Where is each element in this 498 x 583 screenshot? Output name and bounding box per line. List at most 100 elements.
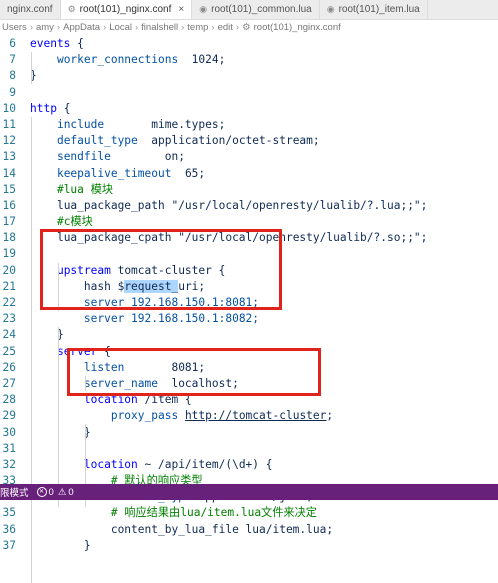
breadcrumb-item[interactable]: AppData: [63, 22, 100, 33]
code-directive: worker_connections: [56, 53, 179, 67]
code-text: ;: [326, 409, 334, 423]
code-keyword: http: [30, 101, 57, 115]
breadcrumb-item[interactable]: finalshell: [141, 22, 178, 33]
code-text: 192.168.150.1:8082;: [124, 312, 260, 326]
breadcrumb-item[interactable]: Users: [2, 22, 27, 33]
code-line: 11 include mime.types;: [0, 117, 498, 133]
error-icon: ✕: [36, 487, 47, 497]
line-number: 36: [2, 522, 16, 536]
line-number: 23: [2, 312, 16, 326]
breadcrumb-item[interactable]: edit: [218, 22, 233, 33]
error-count: 0: [48, 486, 54, 498]
line-number: 27: [2, 376, 16, 390]
line-number: 7: [9, 53, 16, 67]
code-line: 23 server 192.168.150.1:8082;: [0, 311, 498, 327]
code-text: {: [70, 37, 84, 50]
code-text: 1024;: [178, 53, 226, 67]
tab-label: root(101)_common.lua: [211, 4, 312, 15]
line-number: 12: [2, 134, 16, 148]
indent-guide: [58, 327, 59, 507]
breadcrumb-item[interactable]: amy: [36, 22, 54, 33]
warnings-indicator[interactable]: ⚠ 0: [58, 487, 74, 498]
code-line: 8}: [0, 68, 498, 84]
code-directive: server: [83, 312, 125, 326]
code-line: 13 sendfile on;: [0, 149, 498, 165]
code-line: 35 # 响应结果由lua/item.lua文件来决定: [0, 505, 498, 521]
file-icon: ◉: [326, 4, 335, 14]
code-directive: default_type: [56, 134, 138, 148]
line-number: 24: [2, 328, 16, 342]
breadcrumb-item[interactable]: root(101)_nginx.conf: [254, 22, 341, 33]
tab-label: root(101)_nginx.conf: [79, 4, 172, 15]
line-number: 32: [2, 457, 16, 471]
line-number: 35: [2, 506, 16, 520]
code-line: 9: [0, 85, 498, 101]
code-text: lua_package_path "/usr/local/openresty/l…: [56, 198, 428, 212]
tab-root101-common-lua[interactable]: ◉ root(101)_common.lua: [192, 0, 320, 19]
code-text: 65;: [171, 166, 206, 180]
settings-file-icon: ⚙: [67, 4, 76, 14]
code-keyword: events: [30, 37, 71, 50]
annotation-box-location: [67, 348, 321, 396]
close-icon[interactable]: ×: [178, 4, 184, 15]
code-line: 37 }: [0, 538, 498, 554]
code-text: ~ /api/item/(\d+) {: [137, 457, 273, 471]
tab-nginx-conf[interactable]: nginx.conf: [0, 0, 61, 19]
tab-root101-nginx-conf[interactable]: ⚙ root(101)_nginx.conf ×: [60, 0, 193, 19]
line-number: 25: [2, 344, 16, 358]
restricted-mode-label[interactable]: 限模式: [0, 485, 33, 499]
line-number: 15: [2, 182, 16, 196]
warning-icon: ⚠: [57, 486, 67, 498]
line-number: 30: [2, 425, 16, 439]
line-number: 13: [2, 150, 16, 164]
code-text: mime.types;: [104, 117, 226, 131]
code-line: 17 #c模块: [0, 214, 498, 230]
code-line: 30 }: [0, 425, 498, 441]
code-comment: #c模块: [56, 215, 93, 229]
settings-file-icon: ⚙: [242, 22, 251, 33]
code-line: 36 content_by_lua_file lua/item.lua;: [0, 522, 498, 538]
tab-root101-item-lua[interactable]: ◉ root(101)_item.lua: [320, 0, 428, 19]
tab-label: nginx.conf: [7, 4, 53, 15]
line-number: 19: [2, 247, 16, 261]
line-number: 8: [9, 69, 16, 83]
file-icon: ◉: [199, 4, 208, 14]
code-line: 6 events {: [0, 36, 498, 52]
code-comment: # 响应结果由lua/item.lua文件来决定: [110, 506, 317, 520]
line-number: 20: [2, 263, 16, 277]
code-link[interactable]: http://tomcat-cluster: [185, 409, 326, 422]
code-line: 31: [0, 441, 498, 457]
warning-count: 0: [68, 486, 74, 498]
code-line: 16 lua_package_path "/usr/local/openrest…: [0, 198, 498, 214]
line-number: 11: [2, 117, 16, 131]
code-comment: #lua 模块: [56, 182, 114, 196]
tab-label: root(101)_item.lua: [338, 4, 420, 15]
line-number: 21: [2, 279, 16, 293]
code-directive: include: [56, 117, 105, 131]
line-number: 17: [2, 215, 16, 229]
breadcrumb: Users › amy › AppData › Local › finalshell › …: [2, 22, 341, 33]
line-number: 14: [2, 166, 16, 180]
line-number: 37: [2, 538, 16, 552]
breadcrumb-item[interactable]: Local: [109, 22, 132, 33]
line-number: 9: [9, 85, 16, 99]
code-directive: proxy_pass: [110, 409, 179, 423]
indent-guide: [31, 117, 32, 583]
line-number: 10: [2, 101, 16, 115]
errors-indicator[interactable]: ✕ 0: [36, 486, 54, 498]
code-line: 7 worker_connections 1024;: [0, 52, 498, 68]
code-text: {: [56, 101, 71, 115]
code-line: 32 location ~ /api/item/(\d+) {: [0, 457, 498, 473]
breadcrumb-item[interactable]: temp: [187, 22, 208, 33]
line-number: 28: [2, 393, 16, 407]
line-number: 16: [2, 198, 16, 212]
code-directive: sendfile: [56, 150, 111, 164]
code-line: 12 default_type application/octet-stream…: [0, 133, 498, 149]
code-text: application/octet-stream;: [137, 134, 320, 148]
code-line: 10 http {: [0, 101, 498, 117]
code-text: }: [83, 538, 91, 552]
code-line: 29 proxy_pass http://tomcat-cluster;: [0, 408, 498, 424]
code-keyword: location: [83, 457, 138, 471]
line-number: 26: [2, 360, 16, 374]
code-line: 24 }: [0, 327, 498, 343]
